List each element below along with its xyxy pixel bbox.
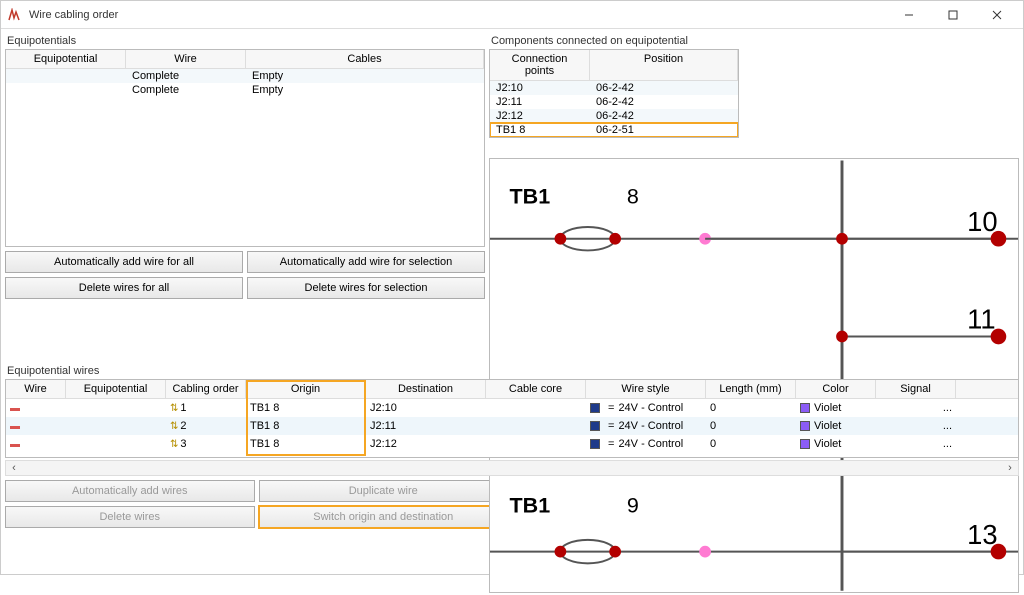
connected-grid[interactable]: Connection points Position J2:1006-2-42J…	[489, 49, 739, 138]
schematic-preview: TB1 8 TB1 9	[489, 158, 1019, 593]
tb1-label-a: TB1	[510, 185, 551, 209]
cabling-icon: ⇅	[170, 403, 178, 414]
equipotential-row[interactable]: CompleteEmpty	[6, 69, 484, 83]
color-swatch	[800, 439, 810, 449]
tb1-label-b: TB1	[510, 493, 551, 517]
auto-add-selection-button[interactable]: Automatically add wire for selection	[247, 251, 485, 273]
connection-row[interactable]: J2:1006-2-42	[490, 81, 738, 95]
horizontal-scrollbar[interactable]	[5, 460, 1019, 476]
wire-icon	[10, 438, 20, 450]
cabling-icon: ⇅	[170, 439, 178, 450]
connected-label: Components connected on equipotential	[489, 35, 739, 47]
col-length[interactable]: Length (mm)	[706, 380, 796, 398]
svg-text:10: 10	[967, 206, 997, 237]
equipotentials-label: Equipotentials	[5, 35, 485, 47]
auto-add-all-button[interactable]: Automatically add wire for all	[5, 251, 243, 273]
tb1-num-b: 9	[627, 493, 639, 517]
connection-row[interactable]: J2:1206-2-42	[490, 109, 738, 123]
svg-text:11: 11	[967, 304, 995, 335]
auto-add-wires-button[interactable]: Automatically add wires	[5, 480, 255, 502]
style-swatch	[590, 439, 600, 449]
tb1-num-a: 8	[627, 185, 639, 209]
equipotentials-panel: Equipotentials Equipotential Wire Cables…	[5, 33, 485, 299]
connected-panel: Components connected on equipotential Co…	[489, 33, 739, 138]
minimize-button[interactable]	[887, 1, 931, 29]
col-wire-style[interactable]: Wire style	[586, 380, 706, 398]
delete-wires-button[interactable]: Delete wires	[5, 506, 255, 528]
col-destination[interactable]: Destination	[366, 380, 486, 398]
col-wire[interactable]: Wire	[126, 50, 246, 68]
wire-row[interactable]: ⇅3TB1 8J2:12=24V - Control0Violet...	[6, 435, 1018, 453]
delete-selection-button[interactable]: Delete wires for selection	[247, 277, 485, 299]
color-swatch	[800, 421, 810, 431]
col-equipotential2[interactable]: Equipotential	[66, 380, 166, 398]
style-swatch	[590, 421, 600, 431]
style-swatch	[590, 403, 600, 413]
col-color[interactable]: Color	[796, 380, 876, 398]
delete-all-button[interactable]: Delete wires for all	[5, 277, 243, 299]
col-cables[interactable]: Cables	[246, 50, 484, 68]
svg-text:13: 13	[967, 519, 997, 550]
equipotential-row[interactable]: CompleteEmpty	[6, 83, 484, 97]
maximize-button[interactable]	[931, 1, 975, 29]
window-title: Wire cabling order	[29, 9, 887, 21]
connection-row[interactable]: TB1 806-2-51	[490, 123, 738, 137]
col-cable-core[interactable]: Cable core	[486, 380, 586, 398]
equipotentials-grid[interactable]: Equipotential Wire Cables CompleteEmptyC…	[5, 49, 485, 247]
cabling-icon: ⇅	[170, 421, 178, 432]
app-icon	[5, 6, 23, 24]
preview-spacer	[489, 144, 1019, 156]
col-cabling-order[interactable]: Cabling order	[166, 380, 246, 398]
col-signal[interactable]: Signal	[876, 380, 956, 398]
col-connection-points[interactable]: Connection points	[490, 50, 590, 80]
wire-icon	[10, 402, 20, 414]
duplicate-wire-button[interactable]: Duplicate wire	[259, 480, 509, 502]
titlebar: Wire cabling order	[1, 1, 1023, 29]
wire-icon	[10, 420, 20, 432]
color-swatch	[800, 403, 810, 413]
col-equipotential[interactable]: Equipotential	[6, 50, 126, 68]
col-origin[interactable]: Origin	[246, 380, 366, 398]
wire-row[interactable]: ⇅1TB1 8J2:10=24V - Control0Violet...	[6, 399, 1018, 417]
eqwires-grid[interactable]: Wire Equipotential Cabling order Origin …	[5, 379, 1019, 458]
wire-row[interactable]: ⇅2TB1 8J2:11=24V - Control0Violet...	[6, 417, 1018, 435]
connection-row[interactable]: J2:1106-2-42	[490, 95, 738, 109]
col-position[interactable]: Position	[590, 50, 738, 80]
switch-origin-dest-button[interactable]: Switch origin and destination	[259, 506, 509, 528]
col-wire2[interactable]: Wire	[6, 380, 66, 398]
close-button[interactable]	[975, 1, 1019, 29]
